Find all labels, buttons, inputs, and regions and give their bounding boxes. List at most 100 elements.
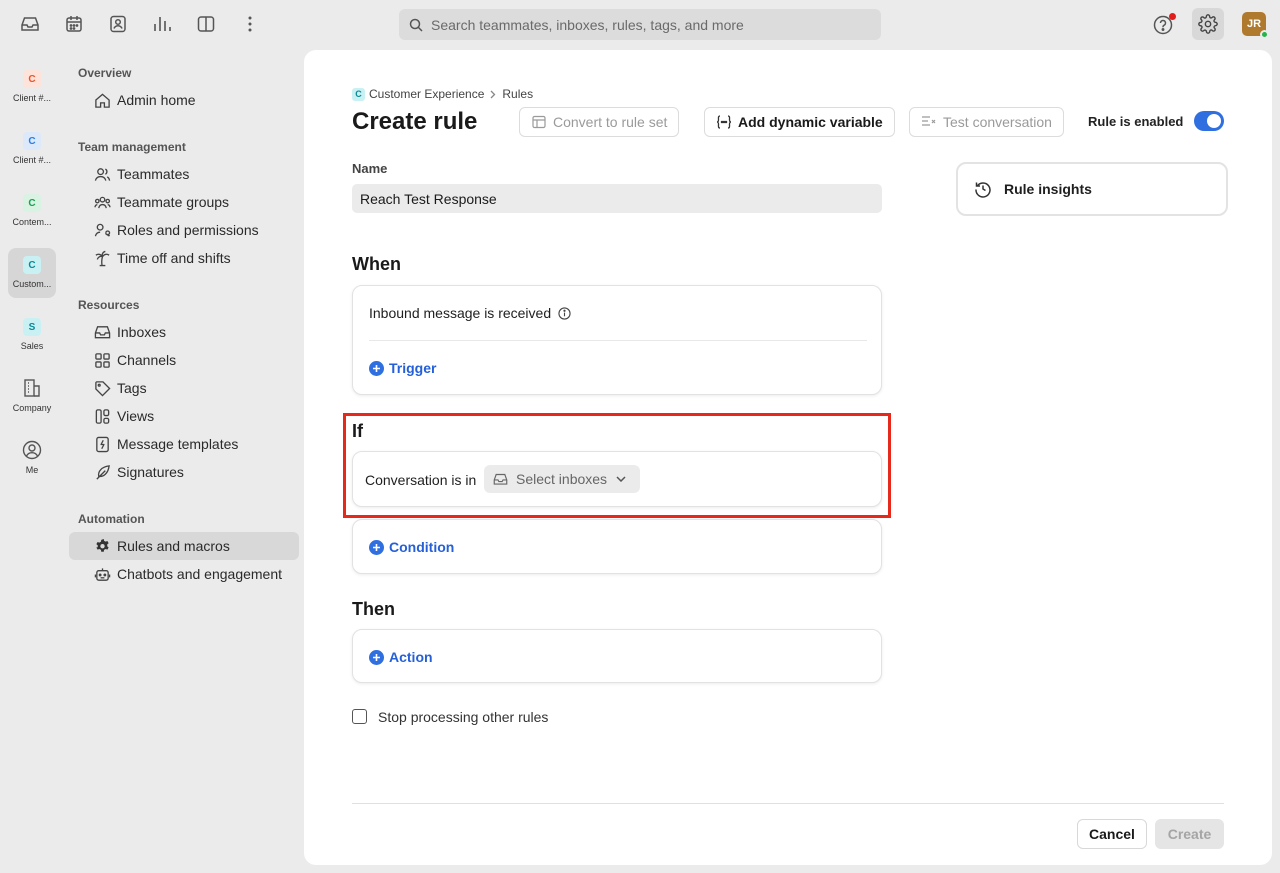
- chevron-right-icon: [490, 90, 496, 99]
- nav-item-teammate-groups[interactable]: Teammate groups: [69, 188, 299, 216]
- feather-icon: [93, 463, 111, 481]
- breadcrumb-rules[interactable]: Rules: [502, 87, 533, 101]
- global-search[interactable]: [399, 9, 881, 40]
- add-action-button[interactable]: Action: [369, 649, 433, 665]
- workspace-badge: C: [23, 70, 41, 88]
- convert-button-label: Convert to rule set: [553, 114, 668, 130]
- gear-icon: [93, 537, 111, 555]
- search-icon: [409, 18, 423, 32]
- workspace-client-2[interactable]: C Client #...: [8, 124, 56, 174]
- home-icon: [93, 91, 111, 109]
- nav-section-automation: Automation: [78, 512, 145, 526]
- inbox-icon: [93, 323, 111, 341]
- stop-processing-label: Stop processing other rules: [378, 709, 549, 725]
- user-key-icon: [93, 221, 111, 239]
- contacts-icon[interactable]: [107, 13, 129, 35]
- workspace-label: Client #...: [12, 93, 52, 103]
- add-condition-card: Condition: [352, 519, 882, 574]
- nav-item-label: Inboxes: [117, 324, 167, 340]
- trigger-text: Inbound message is received: [369, 305, 552, 321]
- divider: [369, 340, 867, 341]
- nav-item-label: Chatbots and engagement: [117, 566, 283, 582]
- nav-item-label: Roles and permissions: [117, 222, 259, 238]
- test-conversation-button[interactable]: Test conversation: [909, 107, 1064, 137]
- nav-item-tags[interactable]: Tags: [69, 374, 299, 402]
- user-icon: [93, 165, 111, 183]
- rule-insights-label: Rule insights: [1004, 181, 1092, 197]
- layout-icon[interactable]: [195, 13, 217, 35]
- plus-icon: [369, 360, 384, 376]
- calendar-icon[interactable]: [63, 13, 85, 35]
- action-link-label: Action: [389, 649, 433, 665]
- footer-divider: [352, 803, 1224, 804]
- workspace-label: Me: [25, 465, 39, 475]
- nav-item-label: Admin home: [117, 92, 196, 108]
- nav-item-views[interactable]: Views: [69, 402, 299, 430]
- add-dynamic-variable-button[interactable]: Add dynamic variable: [704, 107, 895, 137]
- help-button[interactable]: [1152, 13, 1176, 37]
- nav-item-label: Channels: [117, 352, 177, 368]
- nav-item-label: Views: [117, 408, 155, 424]
- add-trigger-button[interactable]: Trigger: [369, 360, 436, 376]
- trigger-row[interactable]: Inbound message is received: [369, 305, 571, 321]
- nav-item-rules-macros[interactable]: Rules and macros: [69, 532, 299, 560]
- nav-item-inboxes[interactable]: Inboxes: [69, 318, 299, 346]
- more-icon[interactable]: [239, 13, 261, 35]
- rule-enabled-toggle[interactable]: [1194, 111, 1224, 131]
- nav-item-chatbots[interactable]: Chatbots and engagement: [69, 560, 299, 588]
- rule-name-input[interactable]: [352, 184, 882, 213]
- online-status-dot: [1260, 30, 1269, 39]
- create-button[interactable]: Create: [1155, 819, 1224, 849]
- top-bar: JR: [0, 0, 1280, 50]
- building-icon: [22, 378, 42, 398]
- workspace-badge: C: [352, 87, 365, 101]
- add-condition-button[interactable]: Condition: [369, 539, 454, 555]
- avatar[interactable]: JR: [1242, 12, 1269, 39]
- workspace-company[interactable]: Company: [8, 372, 56, 422]
- breadcrumb-workspace[interactable]: Customer Experience: [369, 87, 484, 101]
- nav-item-label: Signatures: [117, 464, 184, 480]
- nav-item-signatures[interactable]: Signatures: [69, 458, 299, 486]
- workspace-badge: S: [23, 318, 41, 336]
- nav-item-teammates[interactable]: Teammates: [69, 160, 299, 188]
- convert-to-rule-set-button[interactable]: Convert to rule set: [519, 107, 680, 137]
- trigger-link-label: Trigger: [389, 360, 437, 376]
- workspace-customer-experience[interactable]: C Custom...: [8, 248, 56, 298]
- nav-section-overview: Overview: [78, 66, 132, 80]
- workspace-label: Custom...: [12, 279, 52, 289]
- nav-item-channels[interactable]: Channels: [69, 346, 299, 374]
- nav-section-team-management: Team management: [78, 140, 186, 154]
- inbox-icon[interactable]: [19, 13, 41, 35]
- when-card: Inbound message is received Trigger: [352, 285, 882, 395]
- workspace-label: Client #...: [12, 155, 52, 165]
- rule-enabled-label: Rule is enabled: [1088, 114, 1184, 129]
- settings-button[interactable]: [1192, 8, 1224, 40]
- select-inboxes-label: Select inboxes: [516, 471, 608, 487]
- info-icon[interactable]: [558, 306, 571, 320]
- nav-item-roles-permissions[interactable]: Roles and permissions: [69, 216, 299, 244]
- page-title: Create rule: [352, 108, 478, 135]
- cancel-button[interactable]: Cancel: [1077, 819, 1147, 849]
- nav-item-message-templates[interactable]: Message templates: [69, 430, 299, 458]
- select-inboxes-dropdown[interactable]: Select inboxes: [484, 465, 640, 493]
- notification-dot: [1169, 13, 1176, 20]
- nav-item-time-off[interactable]: Time off and shifts: [69, 244, 299, 272]
- nav-item-admin-home[interactable]: Admin home: [69, 86, 299, 114]
- template-icon: [93, 435, 111, 453]
- workspace-client-1[interactable]: C Client #...: [8, 62, 56, 112]
- rule-insights-card[interactable]: Rule insights: [956, 162, 1228, 216]
- analytics-icon[interactable]: [151, 13, 173, 35]
- condition-link-label: Condition: [389, 539, 455, 555]
- workspace-content[interactable]: C Contem...: [8, 186, 56, 236]
- search-input[interactable]: [431, 16, 851, 33]
- workspace-badge: C: [23, 194, 41, 212]
- create-rule-panel: C Customer Experience Rules Create rule …: [304, 50, 1272, 865]
- workspace-me[interactable]: Me: [8, 434, 56, 484]
- workspace-sales[interactable]: S Sales: [8, 310, 56, 360]
- stop-processing-checkbox[interactable]: [352, 709, 367, 724]
- workspace-badge: C: [23, 256, 41, 274]
- workspace-badge: C: [23, 132, 41, 150]
- if-section-title: If: [352, 421, 363, 441]
- nav-item-label: Teammates: [117, 166, 190, 182]
- grid-icon: [93, 351, 111, 369]
